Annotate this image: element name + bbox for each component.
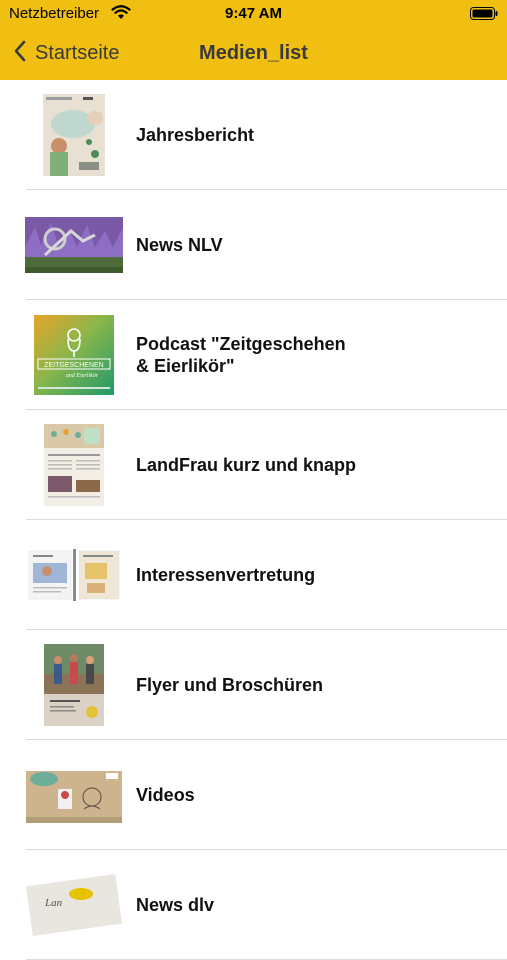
list-item-label: Podcast "Zeitgeschehen & Eierlikör" xyxy=(136,334,346,376)
list-item-label: Interessenvertretung xyxy=(136,565,316,585)
lavender-photo-thumbnail xyxy=(25,204,123,286)
list-item-label: News dlv xyxy=(136,895,215,915)
list-item[interactable]: News NLV xyxy=(0,190,507,300)
report-cover-thumbnail xyxy=(25,94,123,176)
status-bar: Netzbetreiber 9:47 AM xyxy=(0,0,507,28)
svg-text:Lan: Lan xyxy=(44,897,63,909)
list-item-label: News NLV xyxy=(136,235,223,255)
newsletter-cover-thumbnail xyxy=(25,424,123,506)
svg-text:und Eierlikör: und Eierlikör xyxy=(66,373,99,379)
list-item-label: Flyer und Broschüren xyxy=(136,675,324,695)
page-title: Medien_list xyxy=(199,42,308,64)
media-list: Jahresbericht News NLV ZEITGESCHENEN und… xyxy=(0,80,507,960)
list-item-label: Videos xyxy=(136,785,195,805)
brochures-spread-thumbnail xyxy=(25,534,123,616)
list-item[interactable]: LandFrau kurz und knapp xyxy=(0,410,507,520)
list-item[interactable]: Flyer und Broschüren xyxy=(0,630,507,740)
app-header: Netzbetreiber 9:47 AM Startseite Medien_… xyxy=(0,0,507,80)
battery-icon xyxy=(470,7,498,20)
list-item[interactable]: Interessenvertretung xyxy=(0,520,507,630)
svg-text:ZEITGESCHENEN: ZEITGESCHENEN xyxy=(44,362,104,369)
list-item[interactable]: ZEITGESCHENEN und Eierlikör Podcast "Zei… xyxy=(0,300,507,410)
status-time: 9:47 AM xyxy=(225,5,282,22)
flyer-cover-thumbnail xyxy=(25,644,123,726)
list-item-label: Jahresbericht xyxy=(136,125,255,145)
podcast-cover-thumbnail: ZEITGESCHENEN und Eierlikör xyxy=(25,314,123,396)
video-still-thumbnail xyxy=(25,754,123,836)
list-item[interactable]: Videos xyxy=(0,740,507,850)
list-item[interactable]: Jahresbericht xyxy=(0,80,507,190)
list-item-label: LandFrau kurz und knapp xyxy=(136,455,357,475)
navigation-bar: Startseite Medien_list xyxy=(0,30,507,76)
dlv-logo-thumbnail: Lan xyxy=(25,864,123,946)
list-item[interactable]: Lan News dlv xyxy=(0,850,507,960)
